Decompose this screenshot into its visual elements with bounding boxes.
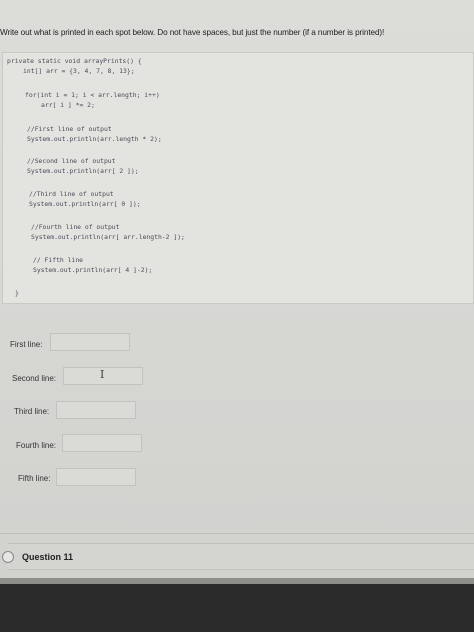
code-block: private static void arrayPrints() { int[… (2, 52, 474, 304)
code-print-2: System.out.println(arr[ 2 ]); (27, 167, 139, 175)
first-line-label: First line: (10, 340, 43, 349)
screen-bezel (0, 584, 474, 632)
question-header[interactable]: Question 11 (2, 543, 474, 570)
fifth-line-label: Fifth line: (18, 474, 51, 483)
code-for-loop: for(int i = 1; i < arr.length; i++) (25, 91, 160, 99)
code-signature: private static void arrayPrints() { (7, 57, 142, 65)
code-print-5: System.out.println(arr[ 4 ]-2); (33, 266, 153, 274)
code-comment-4: //Fourth line of output (31, 223, 120, 231)
question-title: Question 11 (22, 552, 74, 562)
code-array-decl: int[] arr = {3, 4, 7, 8, 13}; (23, 67, 135, 75)
first-line-input[interactable] (50, 333, 130, 351)
code-closing-brace: } (15, 289, 19, 297)
text-cursor-icon: I (100, 368, 105, 381)
third-line-input[interactable] (56, 401, 136, 419)
second-line-label: Second line: (12, 374, 57, 383)
code-for-body: arr[ i ] *= 2; (41, 101, 95, 109)
code-print-3: System.out.println(arr[ 0 ]); (29, 200, 141, 208)
code-comment-3: //Third line of output (29, 190, 114, 198)
code-print-1: System.out.println(arr.length * 2); (27, 135, 162, 143)
question-instruction: Write out what is printed in each spot b… (0, 28, 385, 37)
section-divider (0, 533, 474, 534)
code-print-4: System.out.println(arr[ arr.length-2 ]); (31, 233, 185, 241)
fourth-line-input[interactable] (62, 434, 142, 452)
code-comment-5: // Fifth line (33, 256, 84, 264)
quiz-page: Write out what is printed in each spot b… (0, 0, 474, 632)
code-comment-2: //Second line of output (27, 157, 116, 165)
code-comment-1: //First line of output (27, 125, 112, 133)
fifth-line-input[interactable] (56, 468, 136, 486)
question-status-icon (2, 551, 14, 563)
third-line-label: Third line: (14, 407, 50, 416)
fourth-line-label: Fourth line: (16, 441, 57, 450)
